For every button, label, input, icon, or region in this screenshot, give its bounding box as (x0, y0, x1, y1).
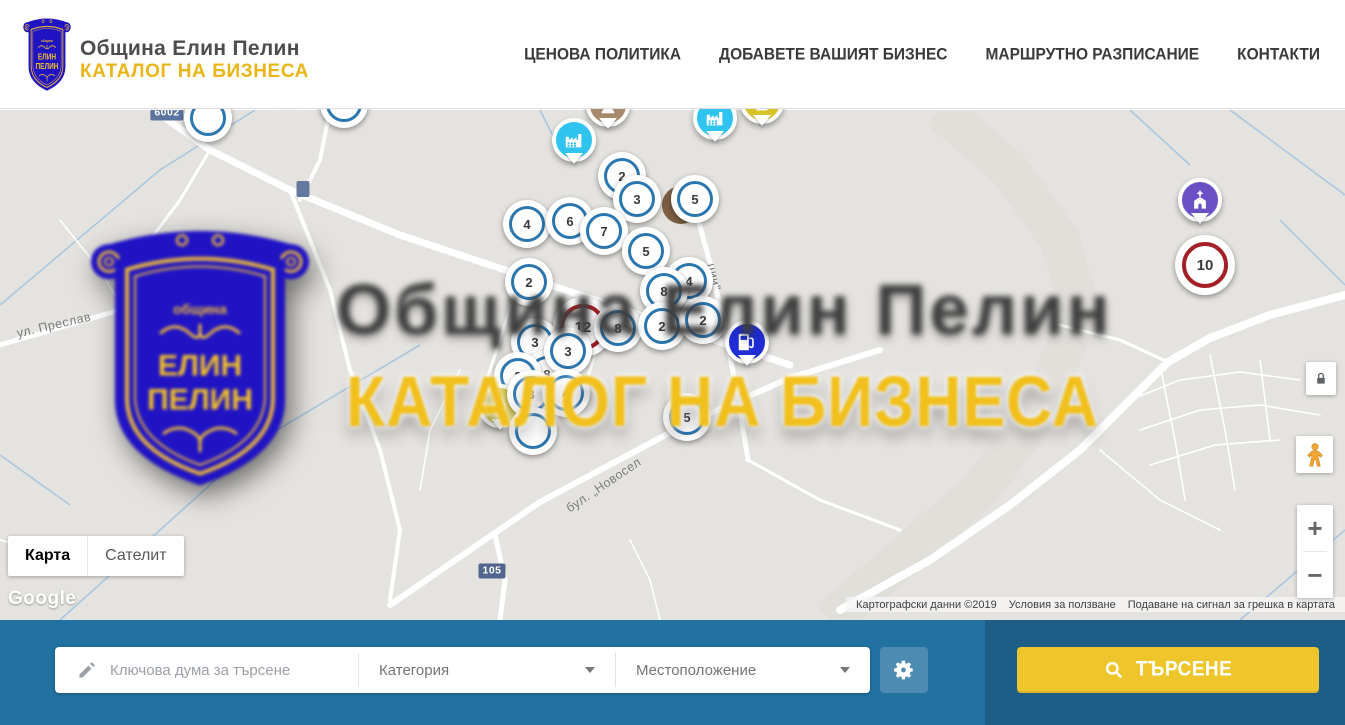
pin-tail (599, 118, 617, 138)
gear-icon (893, 659, 915, 681)
pin-tail (706, 131, 724, 151)
nav-item[interactable]: ЦЕНОВА ПОЛИТИКА (524, 45, 681, 64)
attribution-link[interactable]: Условия за ползване (1003, 599, 1122, 611)
municipality-crest-logo[interactable] (22, 14, 72, 94)
factory-icon (563, 129, 585, 151)
zoom-control: + − (1297, 505, 1333, 598)
keyword-field[interactable] (55, 647, 358, 693)
search-button[interactable]: ТЪРСЕНЕ (1017, 647, 1319, 693)
header: Община Елин Пелин КАТАЛОГ НА БИЗНЕСА ЦЕН… (0, 0, 1345, 109)
logo-text[interactable]: Община Елин Пелин КАТАЛОГ НА БИЗНЕСА (80, 36, 309, 84)
location-select-value: Местоположение (636, 662, 756, 679)
street-view-pegman-button[interactable] (1296, 436, 1333, 473)
keyword-input[interactable] (110, 662, 340, 679)
category-select-value: Категория (379, 662, 449, 679)
search-fields: Категория Местоположение (55, 647, 870, 693)
zoom-in-button[interactable]: + (1297, 505, 1333, 551)
lock-icon (1314, 371, 1328, 387)
site-title: Община Елин Пелин (80, 36, 309, 61)
attribution-link[interactable]: Подаване на сигнал за грешка в картата (1122, 599, 1341, 611)
advanced-search-button[interactable] (880, 647, 928, 693)
cluster-count: 5 (642, 244, 649, 259)
map-cluster[interactable]: 7 (580, 207, 628, 255)
attribution-text: Картографски данни ©2019 (850, 599, 1003, 611)
category-select[interactable]: Категория (359, 647, 615, 693)
map-attribution: Картографски данни ©2019Условия за ползв… (846, 597, 1345, 612)
chevron-down-icon (840, 667, 850, 673)
search-button-label: ТЪРСЕНЕ (1136, 658, 1233, 682)
search-icon (1104, 660, 1124, 680)
lock-button[interactable] (1306, 362, 1336, 395)
chevron-down-icon (585, 667, 595, 673)
pin-tail (1191, 213, 1209, 233)
watermark-subtitle: КАТАЛОГ НА БИЗНЕСА (346, 360, 1099, 443)
map-pin-factory[interactable] (552, 118, 596, 162)
pin-tail (565, 153, 583, 173)
main-nav: ЦЕНОВА ПОЛИТИКА ДОБАВЕТЕ ВАШИЯТ БИЗНЕС МАР… (524, 0, 1320, 109)
pencil-icon (77, 661, 96, 680)
nav-item[interactable]: КОНТАКТИ (1237, 45, 1320, 64)
watermark-title: Община Елин Пелин (336, 270, 1113, 351)
map-type-map-button[interactable]: Карта (8, 536, 87, 576)
zoom-out-button[interactable]: − (1297, 552, 1333, 598)
cluster-count: 10 (1197, 257, 1214, 274)
pin-tail (753, 115, 771, 135)
map-pin-church[interactable] (1178, 178, 1222, 222)
location-select[interactable]: Местоположение (616, 647, 870, 693)
map-cluster[interactable]: 10 (1175, 235, 1235, 295)
cluster-count: 5 (691, 192, 698, 207)
factory-icon (704, 107, 726, 129)
map-cluster[interactable]: 5 (671, 175, 719, 223)
cluster-count: 4 (523, 217, 530, 232)
watermark-crest (85, 215, 315, 497)
site-subtitle: КАТАЛОГ НА БИЗНЕСА (80, 61, 309, 84)
google-logo[interactable]: Google (8, 588, 76, 610)
map-type-satellite-button[interactable]: Сателит (87, 536, 183, 576)
search-bar: Категория Местоположение ТЪРСЕНЕ (0, 620, 1345, 725)
church-icon (1189, 189, 1211, 211)
cluster-count: 7 (600, 224, 607, 239)
nav-item[interactable]: МАРШРУТНО РАЗПИСАНИЕ (985, 45, 1199, 64)
pegman-icon (1303, 442, 1327, 468)
map-cluster[interactable]: 4 (503, 200, 551, 248)
nav-item[interactable]: ДОБАВЕТЕ ВАШИЯТ БИЗНЕС (719, 45, 947, 64)
map-type-control: Карта Сателит (8, 536, 184, 576)
page: община ЕЛИН ПЕЛИН Община Елин Пелин КАТА… (0, 0, 1345, 725)
cluster-count: 6 (566, 214, 573, 229)
cluster-count: 3 (633, 192, 640, 207)
